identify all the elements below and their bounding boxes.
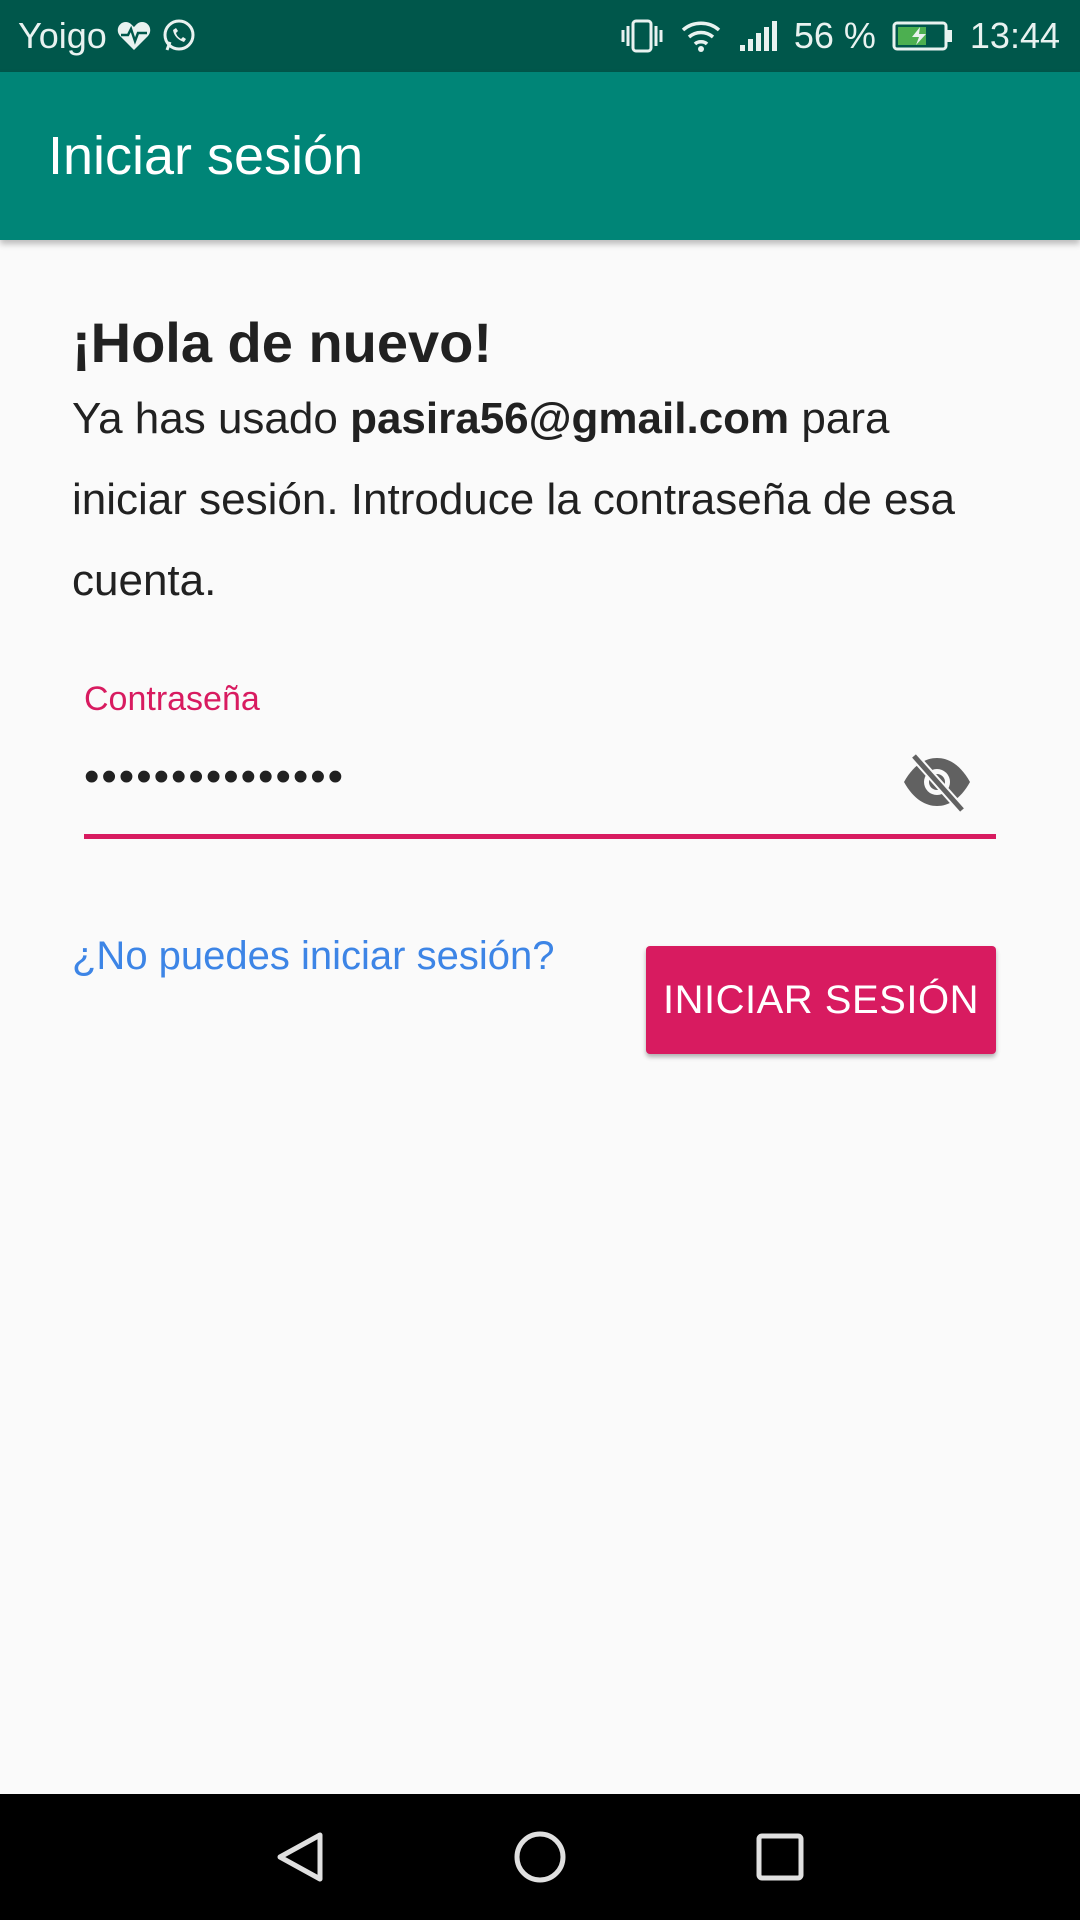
clock: 13:44 xyxy=(969,15,1060,56)
status-bar: Yoigo 56 % 13:44 xyxy=(0,0,1080,72)
battery-percent: 56 % xyxy=(793,15,876,56)
home-icon[interactable] xyxy=(510,1827,570,1887)
password-value[interactable]: ••••••••••••••• xyxy=(84,752,345,802)
whatsapp-icon xyxy=(161,0,197,72)
navigation-bar xyxy=(0,1794,1080,1920)
back-icon[interactable] xyxy=(270,1827,330,1887)
carrier-name: Yoigo xyxy=(18,15,107,56)
vibrate-icon xyxy=(620,0,664,72)
account-email: pasira56@gmail.com xyxy=(350,394,790,443)
message-prefix: Ya has usado xyxy=(72,394,351,443)
sign-in-button[interactable]: INICIAR SESIÓN xyxy=(646,946,996,1054)
status-bar-right: 56 % 13:44 xyxy=(620,0,1060,72)
visibility-off-icon[interactable] xyxy=(902,752,972,813)
status-bar-left: Yoigo xyxy=(18,0,197,72)
password-label: Contraseña xyxy=(84,680,260,718)
welcome-heading: ¡Hola de nuevo! xyxy=(72,311,493,374)
forgot-password-link[interactable]: ¿No puedes iniciar sesión? xyxy=(72,934,554,979)
battery-charging-icon xyxy=(892,0,954,72)
app-bar: Iniciar sesión xyxy=(0,72,1080,240)
sign-in-message: Ya has usado pasira56@gmail.com para ini… xyxy=(72,378,972,621)
heart-pulse-icon xyxy=(117,0,151,72)
signal-icon xyxy=(738,0,778,72)
recents-icon[interactable] xyxy=(750,1827,810,1887)
password-field[interactable]: ••••••••••••••• xyxy=(84,738,996,839)
wifi-icon xyxy=(680,0,722,72)
page-title: Iniciar sesión xyxy=(48,126,364,186)
